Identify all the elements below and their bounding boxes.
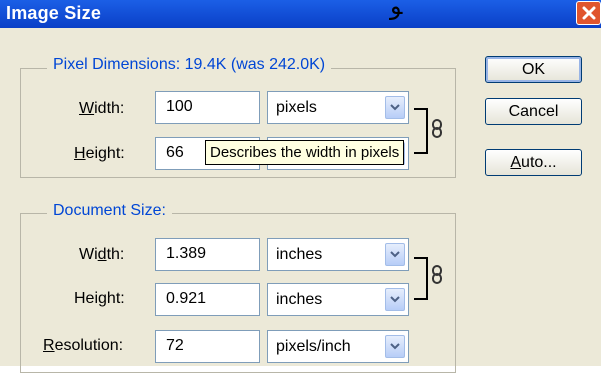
doc-height-input[interactable]: 0.921 — [155, 283, 260, 316]
doc-height-label: Height: — [74, 290, 125, 307]
ok-button[interactable]: OK — [485, 56, 582, 83]
image-size-dialog: Image Size ﻮ‍ Pixel Dimensions: 19.4K (w… — [0, 0, 601, 373]
pixel-size-info: 19.4K (was 242.0K) — [184, 56, 326, 73]
doc-height-unit-dropdown-button[interactable] — [385, 288, 405, 311]
auto-button[interactable]: Auto... — [485, 149, 582, 176]
doc-height-unit-select[interactable]: inches — [267, 283, 409, 316]
title-bar[interactable]: Image Size ﻮ‍ — [0, 0, 601, 28]
resolution-unit-select[interactable]: pixels/inch — [267, 330, 409, 363]
document-constrain-bracket — [414, 257, 428, 300]
doc-width-input[interactable]: 1.389 — [155, 238, 260, 271]
pixel-constrain-bracket — [414, 108, 428, 154]
pixel-width-unit-select[interactable]: pixels — [267, 91, 409, 124]
resolution-unit-dropdown-button[interactable] — [385, 335, 405, 358]
resolution-label: Resolution: — [43, 337, 124, 354]
doc-width-label: Width: — [79, 246, 125, 263]
resolution-input[interactable]: 72 — [155, 330, 260, 363]
clipped-title-fragment: ﻮ‍ — [390, 0, 403, 20]
doc-width-unit-dropdown-button[interactable] — [385, 243, 405, 266]
pixel-width-input[interactable]: 100 — [155, 91, 260, 124]
chain-link-icon[interactable] — [431, 264, 443, 286]
pixel-width-label: Width: — [79, 100, 125, 117]
close-icon — [582, 6, 596, 20]
width-tooltip: Describes the width in pixels — [205, 140, 405, 165]
chevron-down-icon — [390, 251, 400, 258]
pixel-width-unit-dropdown-button[interactable] — [385, 96, 405, 119]
doc-width-unit-select[interactable]: inches — [267, 238, 409, 271]
chevron-down-icon — [390, 104, 400, 111]
chevron-down-icon — [390, 343, 400, 350]
pixel-dimensions-legend: Pixel Dimensions: 19.4K (was 242.0K) — [47, 56, 332, 74]
pixel-height-label: Height: — [74, 145, 125, 162]
chevron-down-icon — [390, 296, 400, 303]
chain-link-icon[interactable] — [431, 118, 443, 140]
document-size-legend: Document Size: — [47, 202, 172, 220]
cancel-button[interactable]: Cancel — [485, 98, 582, 125]
close-button[interactable] — [576, 1, 601, 25]
window-title: Image Size — [6, 3, 102, 23]
